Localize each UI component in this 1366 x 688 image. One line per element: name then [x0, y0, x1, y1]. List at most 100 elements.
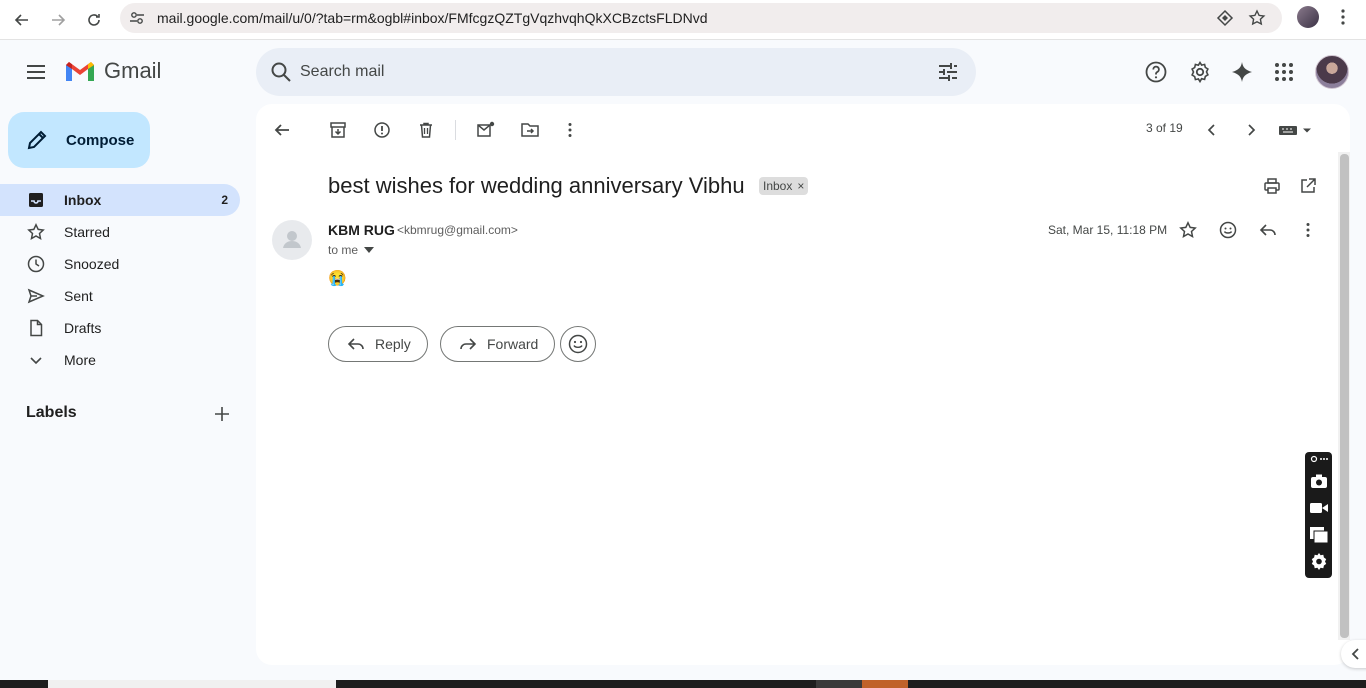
compose-button[interactable]: Compose	[8, 112, 150, 168]
reply-arrow-icon	[347, 338, 364, 350]
open-in-new-window-icon[interactable]	[1296, 174, 1320, 198]
message-date: Sat, Mar 15, 11:18 PM	[1048, 223, 1168, 237]
star-message-icon[interactable]	[1176, 218, 1200, 242]
message-body: 😭	[328, 270, 347, 287]
url-text: mail.google.com/mail/u/0/?tab=rm&ogbl#in…	[157, 10, 708, 26]
conversation-pager: 3 of 19	[1146, 121, 1183, 135]
forward-button[interactable]: Forward	[440, 326, 556, 362]
taskbar-item[interactable]	[862, 680, 908, 688]
sidebar-item-drafts[interactable]: Drafts	[0, 312, 240, 344]
side-panel-toggle-icon[interactable]	[1341, 640, 1366, 668]
forward-icon[interactable]	[44, 6, 72, 34]
older-chevron-right-icon[interactable]	[1239, 118, 1263, 142]
person-icon	[283, 231, 301, 248]
address-bar[interactable]: mail.google.com/mail/u/0/?tab=rm&ogbl#in…	[120, 3, 1282, 33]
inbox-unread-count: 2	[221, 193, 228, 207]
message-more-icon[interactable]	[1296, 218, 1320, 242]
input-tools-keyboard-icon[interactable]	[1278, 118, 1314, 142]
gemini-sparkle-icon[interactable]	[1228, 58, 1256, 86]
add-reaction-icon[interactable]	[1216, 218, 1240, 242]
message-pane: 3 of 19 best wishes for wedding annivers…	[256, 104, 1350, 665]
sidebar-item-inbox[interactable]: Inbox 2	[0, 184, 240, 216]
search-input[interactable]	[300, 60, 900, 84]
sender-avatar[interactable]	[272, 220, 312, 260]
browser-profile-avatar[interactable]	[1297, 6, 1319, 28]
sidebar-item-starred[interactable]: Starred	[0, 216, 240, 248]
sidebar-item-more[interactable]: More	[0, 344, 240, 376]
main-menu-icon[interactable]	[22, 58, 50, 86]
os-taskbar	[0, 680, 1366, 688]
taskbar-item[interactable]	[816, 680, 862, 688]
bookmark-star-icon[interactable]	[1248, 9, 1266, 32]
star-icon	[26, 222, 46, 242]
sidebar-item-sent[interactable]: Sent	[0, 280, 240, 312]
delete-trash-icon[interactable]	[414, 118, 438, 142]
site-info-icon[interactable]	[128, 9, 146, 32]
email-subject: best wishes for wedding anniversary Vibh…	[328, 173, 745, 198]
reply-icon[interactable]	[1256, 218, 1280, 242]
browser-chrome: mail.google.com/mail/u/0/?tab=rm&ogbl#in…	[0, 0, 1366, 40]
sidebar-item-label: Starred	[64, 224, 110, 240]
capture-toolbar	[1305, 452, 1332, 578]
scrollbar-thumb[interactable]	[1340, 154, 1349, 638]
label-chip-text: Inbox	[763, 179, 793, 193]
print-icon[interactable]	[1260, 174, 1284, 198]
remove-label-icon[interactable]: ×	[797, 179, 804, 193]
report-spam-icon[interactable]	[370, 118, 394, 142]
sender-name[interactable]: KBM RUG	[328, 222, 395, 238]
toolbar-divider	[455, 120, 456, 140]
recipient-details[interactable]: to me	[328, 243, 375, 257]
help-icon[interactable]	[1142, 58, 1170, 86]
gmail-logo[interactable]: Gmail	[64, 58, 161, 84]
inbox-icon	[26, 190, 46, 210]
details-dropdown-icon[interactable]	[364, 247, 375, 253]
emoji-react-button[interactable]	[560, 326, 596, 362]
sidebar-item-label: More	[64, 352, 96, 368]
mark-unread-icon[interactable]	[474, 118, 498, 142]
search-bar[interactable]	[256, 48, 976, 96]
labels-heading: Labels	[26, 404, 77, 421]
sidebar-item-label: Sent	[64, 288, 93, 304]
forward-label: Forward	[487, 336, 539, 352]
archive-icon[interactable]	[326, 118, 350, 142]
sidebar-item-label: Inbox	[64, 192, 102, 208]
gmail-wordmark: Gmail	[104, 58, 162, 83]
video-record-icon[interactable]	[1308, 497, 1329, 518]
chevron-down-icon	[26, 350, 46, 370]
browser-menu-icon[interactable]	[1335, 7, 1351, 32]
account-avatar[interactable]	[1315, 55, 1349, 89]
sidebar-item-label: Drafts	[64, 320, 102, 336]
reload-icon[interactable]	[80, 6, 108, 34]
recipient-text: to me	[328, 243, 359, 257]
move-to-folder-icon[interactable]	[518, 118, 542, 142]
reply-button[interactable]: Reply	[328, 326, 428, 362]
compose-label: Compose	[66, 131, 135, 149]
forward-arrow-icon	[460, 338, 477, 350]
window-capture-icon[interactable]	[1308, 524, 1329, 545]
gmail-m-icon	[66, 62, 94, 81]
taskbar-item[interactable]	[48, 680, 336, 688]
sidebar-item-snoozed[interactable]: Snoozed	[0, 248, 240, 280]
settings-gear-icon[interactable]	[1186, 58, 1214, 86]
pencil-icon	[27, 130, 47, 150]
extension-icon[interactable]	[1216, 9, 1234, 32]
send-icon	[26, 286, 46, 306]
newer-chevron-left-icon[interactable]	[1200, 118, 1224, 142]
back-to-inbox-icon[interactable]	[270, 118, 294, 142]
sidebar-nav: Inbox 2 Starred Snoozed Sent Drafts More	[0, 184, 240, 376]
smiley-icon	[568, 334, 588, 354]
sidebar-item-label: Snoozed	[64, 256, 120, 272]
capture-settings-icon[interactable]	[1308, 551, 1329, 572]
inbox-label-chip[interactable]: Inbox ×	[759, 177, 809, 195]
add-label-icon[interactable]	[210, 402, 234, 426]
apps-grid-icon[interactable]	[1270, 58, 1298, 86]
sender-email: <kbmrug@gmail.com>	[397, 223, 518, 237]
search-options-icon[interactable]	[936, 60, 960, 89]
link-more-icon[interactable]	[1308, 452, 1329, 466]
more-options-icon[interactable]	[558, 118, 582, 142]
clock-icon	[26, 254, 46, 274]
draft-icon	[26, 318, 46, 338]
camera-icon[interactable]	[1308, 470, 1329, 491]
back-icon[interactable]	[8, 6, 36, 34]
search-icon[interactable]	[270, 61, 292, 88]
